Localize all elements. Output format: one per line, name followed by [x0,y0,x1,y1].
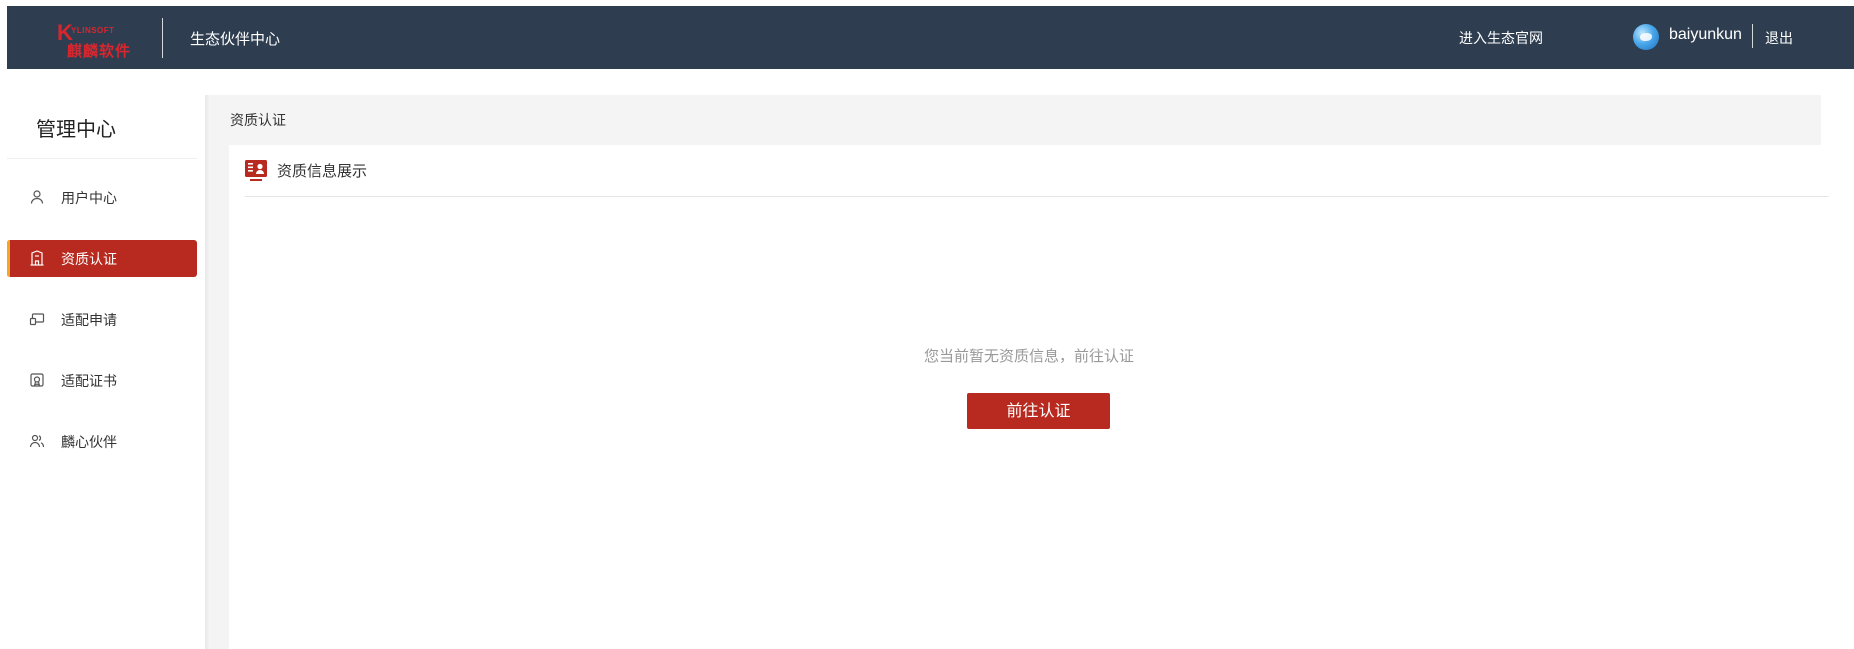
breadcrumb-bar: 资质认证 [211,95,1821,145]
panel-title: 资质信息展示 [277,162,368,180]
header-divider [162,18,163,58]
user-avatar[interactable] [1633,24,1659,50]
sidebar-divider [7,158,197,159]
sidebar-item-partners[interactable]: 麟心伙伴 [7,423,197,460]
logo-en-text: YLINSOFT [71,26,115,35]
logout-link[interactable]: 退出 [1765,28,1793,48]
sidebar: 管理中心 用户中心 资质认证 适配申请 适配证书 麟心伙伴 [0,95,205,649]
sidebar-item-adapt-certificate[interactable]: 适配证书 [7,362,197,399]
kylinsoft-logo[interactable]: K YLINSOFT 麒麟软件 [57,18,137,60]
certificate-icon [29,372,45,388]
sidebar-item-user-center[interactable]: 用户中心 [7,179,197,216]
sidebar-item-label: 资质认证 [61,252,117,268]
logo-cn-text: 麒麟软件 [67,42,132,60]
sidebar-item-label: 麟心伙伴 [61,435,117,451]
go-certify-button[interactable]: 前往认证 [967,393,1110,429]
username[interactable]: baiyunkun [1669,26,1742,44]
user-icon [29,189,45,205]
building-icon [29,250,45,266]
empty-state-message: 您当前暂无资质信息，前往认证 [923,347,1134,365]
sidebar-item-label: 适配证书 [61,374,117,390]
portal-title: 生态伙伴中心 [190,30,281,48]
sidebar-item-adapt-apply[interactable]: 适配申请 [7,301,197,338]
sidebar-item-label: 用户中心 [61,191,117,207]
breadcrumb: 资质认证 [230,113,286,129]
qualification-panel: 资质信息展示 您当前暂无资质信息，前往认证 前往认证 [229,145,1829,649]
partners-icon [29,433,45,449]
sidebar-title: 管理中心 [36,117,116,141]
eco-site-link[interactable]: 进入生态官网 [1459,28,1543,48]
sidebar-item-qualification[interactable]: 资质认证 [7,240,197,277]
id-card-icon [245,160,267,182]
top-navbar: K YLINSOFT 麒麟软件 生态伙伴中心 进入生态官网 baiyunkun … [7,6,1854,69]
panel-divider [245,196,1829,197]
sidebar-item-label: 适配申请 [61,313,117,329]
user-divider [1752,24,1753,48]
monitor-icon [29,311,45,327]
content-gutter [211,145,229,649]
